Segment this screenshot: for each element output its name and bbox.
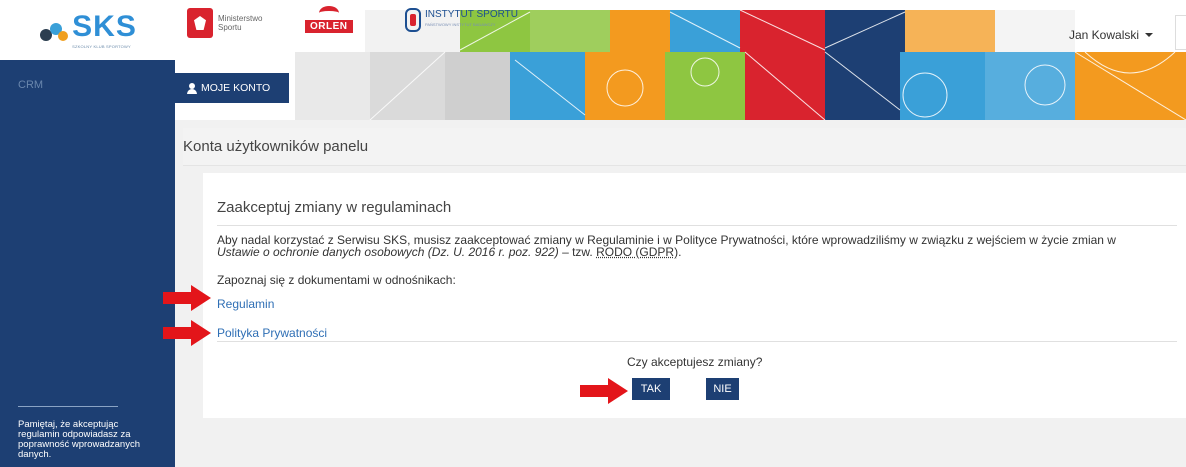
logo-text: SKS: [72, 9, 137, 43]
sidebar-divider: [18, 406, 118, 407]
sidebar: SKS SZKOLNY KLUB SPORTOWY CRM Pamiętaj, …: [0, 0, 175, 467]
eagle-emblem-icon: [187, 8, 213, 38]
accept-question: Czy akceptujesz zmiany?: [627, 355, 763, 369]
logo-subtitle: SZKOLNY KLUB SPORTOWY: [72, 43, 131, 49]
page-title: Konta użytkowników panelu: [183, 138, 369, 155]
panel-body-text: Aby nadal korzystać z Serwisu SKS, musis…: [217, 234, 1182, 258]
body-text-3: .: [678, 245, 682, 259]
instytut-badge-icon: [405, 8, 421, 32]
panel-divider-bottom: [217, 341, 1177, 342]
logo-mark: SKS SZKOLNY KLUB SPORTOWY: [38, 9, 137, 49]
red-arrow-icon: [580, 378, 628, 404]
my-account-button[interactable]: MOJE KONTO: [175, 73, 289, 103]
caret-down-icon: [1145, 33, 1154, 37]
instytut-name: INSTYTUT SPORTU: [425, 9, 518, 20]
user-menu[interactable]: Jan Kowalski: [1069, 28, 1154, 42]
links-intro: Zapoznaj się z dokumentami w odnośnikach…: [217, 273, 456, 287]
user-name: Jan Kowalski: [1069, 28, 1140, 42]
main-content: Konta użytkowników panelu Zaakceptuj zmi…: [175, 120, 1186, 467]
sidebar-item-crm[interactable]: CRM: [18, 79, 43, 91]
instytut-sportu-logo: INSTYTUT SPORTU PAŃSTWOWY INSTYTUT BADAW…: [405, 8, 518, 32]
my-account-label: MOJE KONTO: [201, 82, 271, 94]
logo[interactable]: SKS SZKOLNY KLUB SPORTOWY: [0, 0, 175, 60]
orlen-logo: ORLEN: [305, 6, 353, 33]
red-arrow-icon: [163, 285, 211, 311]
panel-divider: [217, 225, 1177, 226]
ministry-of-sport-logo: Ministerstwo Sportu: [187, 8, 268, 38]
instytut-subtitle: PAŃSTWOWY INSTYTUT BADAWCZY: [425, 22, 496, 27]
accept-no-button[interactable]: NIE: [706, 378, 739, 400]
body-text-italic: Ustawie o ochronie danych osobowych (Dz.…: [217, 245, 559, 259]
regulamin-link[interactable]: Regulamin: [217, 297, 274, 311]
page-title-bar: Konta użytkowników panelu: [183, 128, 1186, 166]
ministry-name: Ministerstwo Sportu: [218, 14, 263, 32]
rodo-abbreviation: RODO (GDPR): [596, 245, 679, 259]
privacy-policy-link[interactable]: Polityka Prywatności: [217, 326, 327, 340]
user-icon: [187, 82, 197, 94]
panel-title: Zaakceptuj zmiany w regulaminach: [217, 199, 452, 216]
header-edge-box: [1175, 15, 1186, 50]
orlen-wordmark: ORLEN: [305, 20, 353, 33]
header: Ministerstwo Sportu ORLEN INSTYTUT SPORT…: [175, 0, 1186, 120]
red-arrow-icon: [163, 320, 211, 346]
body-text-2: – tzw.: [558, 245, 597, 259]
sports-balls-icon: [38, 17, 69, 43]
orlen-horse-icon: [318, 6, 339, 20]
accept-yes-button[interactable]: TAK: [632, 378, 670, 400]
terms-acceptance-panel: Zaakceptuj zmiany w regulaminach Aby nad…: [203, 173, 1186, 418]
sidebar-note: Pamiętaj, że akceptując regulamin odpowi…: [18, 419, 140, 460]
